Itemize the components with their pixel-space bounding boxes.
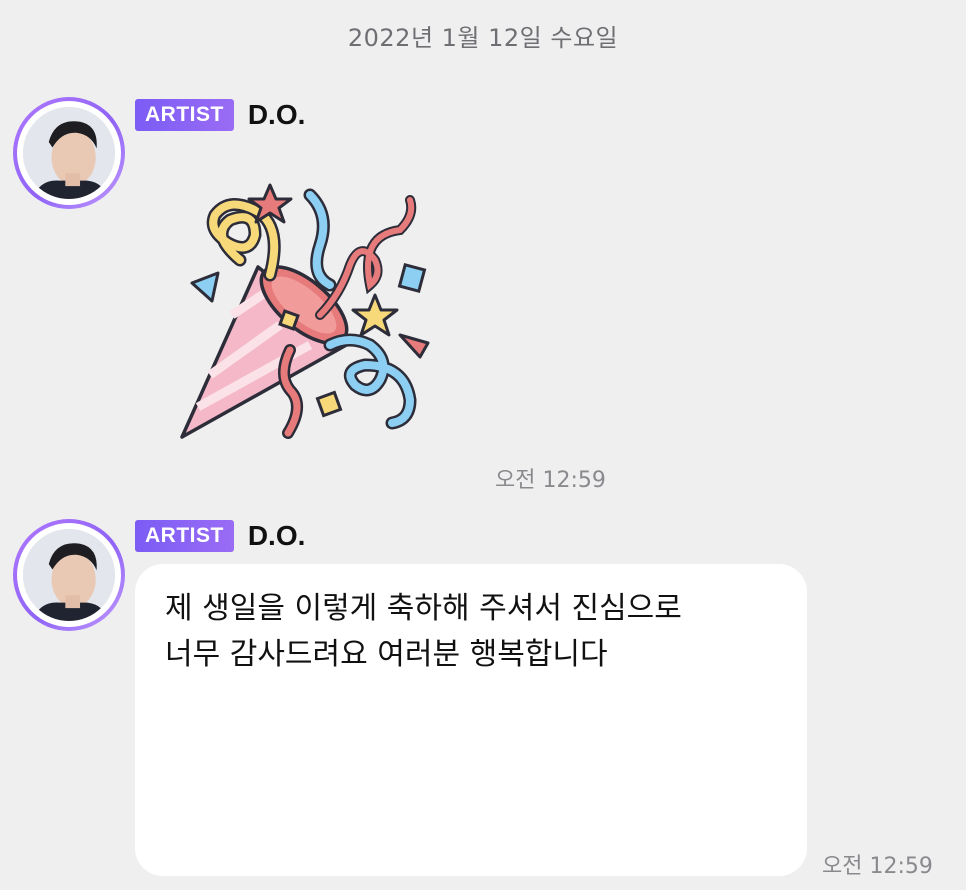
message-line: 제 생일을 이렇게 축하해 주셔서 진심으로 (165, 591, 682, 626)
artist-avatar[interactable] (13, 97, 125, 209)
message-timestamp: 오전 12:59 (822, 854, 933, 879)
message-line: 너무 감사드려요 여러분 행복합니다 (165, 637, 608, 672)
sender-row: ARTIST D.O. (135, 518, 305, 554)
avatar-photo (23, 529, 115, 621)
sender-name[interactable]: D.O. (248, 520, 306, 552)
artist-avatar[interactable] (13, 519, 125, 631)
party-popper-sticker[interactable] (170, 175, 440, 450)
message-timestamp: 오전 12:59 (495, 468, 606, 493)
artist-badge: ARTIST (135, 520, 234, 552)
artist-badge: ARTIST (135, 99, 234, 131)
avatar-photo (23, 107, 115, 199)
sender-row: ARTIST D.O. (135, 97, 305, 133)
date-divider: 2022년 1월 12일 수요일 (347, 24, 619, 52)
blur-overlay (135, 686, 807, 876)
message-bubble[interactable]: 제 생일을 이렇게 축하해 주셔서 진심으로 너무 감사드려요 여러분 행복합니… (135, 564, 807, 876)
sender-name[interactable]: D.O. (248, 99, 306, 131)
